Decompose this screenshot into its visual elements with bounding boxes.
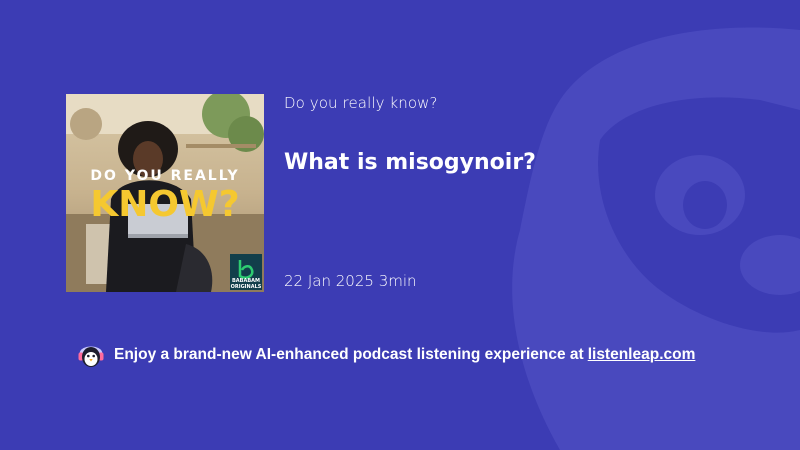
show-name[interactable]: Do you really know? xyxy=(284,94,438,112)
cover-title-line1: DO YOU REALLY xyxy=(90,168,239,184)
promo-text: Enjoy a brand-new AI-enhanced podcast li… xyxy=(114,346,584,363)
episode-date: 22 Jan 2025 xyxy=(284,272,374,290)
cover-photo-illustration: DO YOU REALLY KNOW? BABABAM ORIGINALS xyxy=(66,94,264,292)
episode-title: What is misogynoir? xyxy=(284,150,536,175)
episode-meta: 22 Jan 2025 3min xyxy=(284,272,417,290)
cover-badge-line2: ORIGINALS xyxy=(231,284,262,290)
promo-banner: Enjoy a brand-new AI-enhanced podcast li… xyxy=(76,340,695,370)
penguin-logo-icon xyxy=(78,346,104,367)
listenleap-link[interactable]: listenleap.com xyxy=(588,346,696,364)
cover-title-line2: KNOW? xyxy=(90,184,239,225)
episode-duration: 3min xyxy=(378,272,417,290)
podcast-cover-art[interactable]: DO YOU REALLY KNOW? BABABAM ORIGINALS xyxy=(66,94,264,292)
